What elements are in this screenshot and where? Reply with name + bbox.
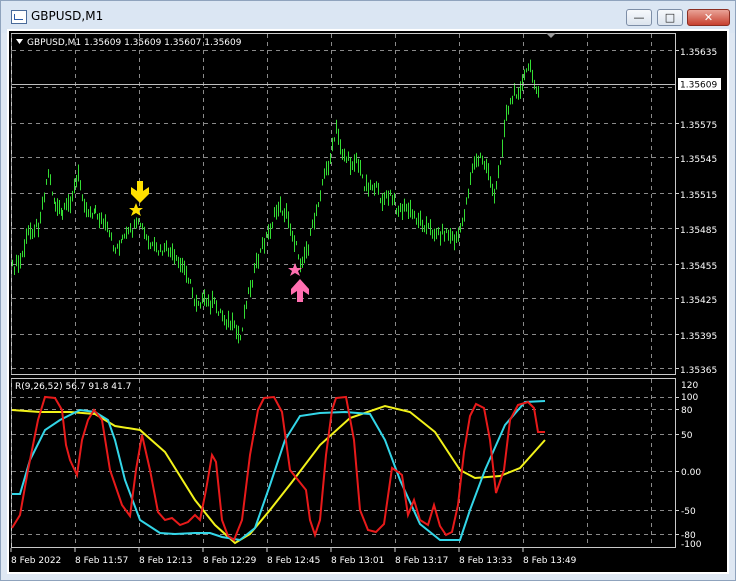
indicator-tick-label: -50 [681, 507, 696, 517]
indicator-tick-label: 50 [681, 431, 693, 441]
price-axis-tick: 1.35575 [675, 121, 717, 131]
price-tick-label: 1.35365 [680, 366, 717, 376]
price-tick-label: 1.35425 [680, 296, 717, 306]
indicator-tick-label: 120 [681, 381, 698, 391]
chart-frame: GBPUSD,M1 1.35609 1.35609 1.35607 1.3560… [7, 29, 729, 574]
indicator-pane[interactable] [11, 378, 676, 548]
indicator-tick-label: 100 [681, 393, 698, 403]
window-title: GBPUSD,M1 [31, 9, 104, 23]
indicator-label: R(9,26,52) 56.7 91.8 41.7 [15, 382, 131, 392]
time-tick-label: 8 Feb 2022 [11, 556, 61, 566]
price-tick-label: 1.35395 [680, 332, 717, 342]
time-tick-label: 8 Feb 12:45 [267, 556, 320, 566]
time-tick-label: 8 Feb 13:01 [331, 556, 384, 566]
close-button[interactable]: ✕ [687, 9, 730, 26]
price-axis-tick: 1.35425 [675, 296, 717, 306]
time-tick-label: 8 Feb 13:49 [523, 556, 577, 566]
price-tick-label: 1.35635 [680, 48, 717, 58]
price-axis-tick: 1.35485 [675, 226, 717, 236]
price-tick-label: 1.35455 [680, 262, 717, 272]
price-axis-tick: 1.35515 [675, 191, 717, 201]
current-price-label: 1.35609 [680, 81, 717, 91]
price-tick-label: 1.35545 [680, 155, 717, 165]
price-axis-tick: 1.35455 [675, 262, 717, 272]
time-tick-label: 8 Feb 12:29 [203, 556, 257, 566]
time-tick-label: 8 Feb 13:33 [459, 556, 512, 566]
price-tick-label: 1.35575 [680, 121, 717, 131]
time-tick-label: 8 Feb 11:57 [75, 556, 128, 566]
indicator-tick-label: -100 [681, 540, 702, 550]
time-tick-label: 8 Feb 13:17 [395, 556, 448, 566]
price-axis-tick: 1.35545 [675, 155, 717, 165]
price-axis-tick: 1.35635 [675, 48, 717, 58]
price-axis-tick: 1.35365 [675, 366, 717, 376]
chart-header: GBPUSD,M1 1.35609 1.35609 1.35607 1.3560… [27, 38, 242, 48]
price-tick-label: 1.35515 [680, 191, 717, 201]
maximize-button[interactable]: □ [657, 9, 683, 26]
minimize-button[interactable]: — [626, 9, 652, 26]
price-axis-tick: 1.35395 [675, 332, 717, 342]
chart-window-icon [11, 10, 27, 24]
time-tick-label: 8 Feb 12:13 [139, 556, 192, 566]
chart-canvas[interactable]: GBPUSD,M1 1.35609 1.35609 1.35607 1.3560… [7, 29, 729, 574]
indicator-tick-label: 0.00 [681, 468, 701, 478]
price-tick-label: 1.35485 [680, 226, 717, 236]
indicator-tick-label: 80 [681, 406, 693, 416]
